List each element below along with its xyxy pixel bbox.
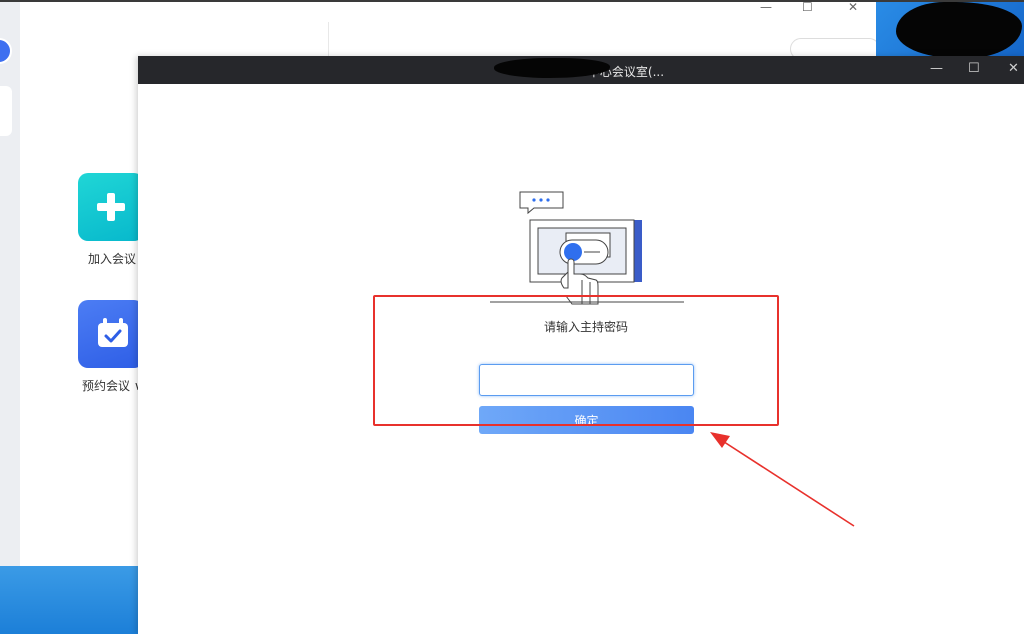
- close-button[interactable]: ✕: [1008, 62, 1019, 76]
- minimize-button[interactable]: —: [930, 62, 943, 76]
- close-button[interactable]: ✕: [848, 0, 858, 14]
- maximize-button[interactable]: ☐: [802, 0, 813, 14]
- dialog-titlebar[interactable]: 中心会议室(... — ☐ ✕: [138, 56, 1024, 84]
- join-meeting-label[interactable]: 加入会议: [88, 250, 136, 267]
- avatar[interactable]: [0, 38, 12, 64]
- calendar-icon: [98, 318, 128, 347]
- join-meeting-tile[interactable]: [78, 173, 144, 241]
- plus-icon: [97, 193, 125, 221]
- sidebar-panel: [0, 86, 12, 136]
- schedule-meeting-label[interactable]: 预约会议 ∨: [82, 377, 143, 394]
- redaction-mark: [896, 2, 1022, 58]
- schedule-meeting-tile[interactable]: [78, 300, 144, 368]
- bottom-bar: [0, 566, 140, 634]
- chat-bubble-icon: [519, 191, 564, 215]
- maximize-button[interactable]: ☐: [968, 62, 980, 76]
- password-illustration: [490, 191, 684, 305]
- monitor-icon: [529, 219, 642, 283]
- annotation-highlight-box: [373, 295, 779, 426]
- minimize-button[interactable]: —: [760, 0, 772, 14]
- annotation-arrow-icon: [710, 432, 855, 527]
- sidebar: [0, 2, 20, 568]
